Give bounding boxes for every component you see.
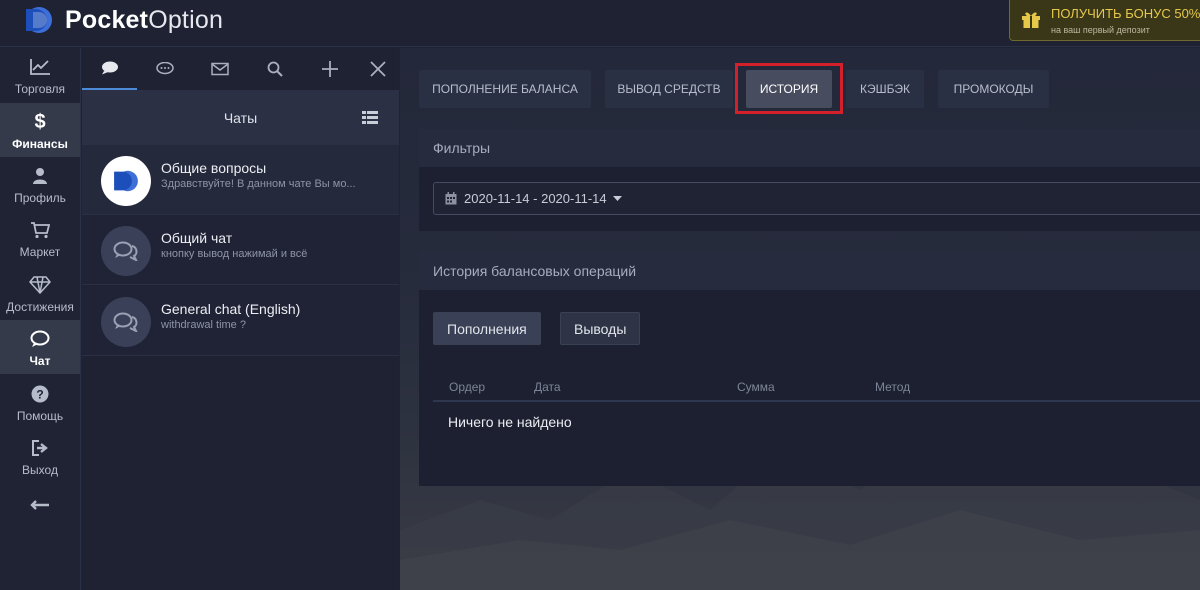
sidebar-item-finance[interactable]: $ Финансы [0, 103, 80, 157]
sidebar-item-chat[interactable]: Чат [0, 320, 80, 374]
sidebar-label: Торговля [14, 82, 66, 96]
avatar [101, 297, 151, 347]
sidebar-label: Финансы [12, 137, 68, 151]
column-method: Метод [875, 380, 911, 394]
column-order: Ордер [449, 380, 486, 394]
tab-messages[interactable] [192, 48, 247, 90]
sidebar-label: Достижения [6, 300, 74, 314]
diamond-icon [29, 274, 51, 296]
help-icon: ? [31, 383, 49, 405]
chat-last-message: withdrawal time ? [161, 319, 246, 331]
dollar-icon: $ [34, 110, 46, 133]
chat-name: Общий чат [161, 230, 233, 246]
filters-card: Фильтры 2020-11-14 - 2020-11-14 [419, 129, 1200, 231]
bonus-banner[interactable]: ПОЛУЧИТЬ БОНУС 50% на ваш первый депозит [1009, 0, 1200, 41]
chat-toolbar [82, 48, 399, 90]
column-amount: Сумма [737, 380, 775, 394]
caret-down-icon [612, 196, 622, 201]
chart-icon [29, 56, 51, 78]
chats-header: Чаты [82, 90, 399, 145]
tab-promocodes[interactable]: ПРОМОКОДЫ [938, 70, 1049, 108]
filters-title: Фильтры [419, 129, 1200, 167]
left-sidebar: Торговля $ Финансы Профиль Маркет Достиж… [0, 48, 81, 590]
arrow-left-icon [30, 494, 50, 516]
sidebar-label: Профиль [14, 191, 66, 205]
sidebar-label: Чат [29, 354, 51, 368]
close-chat-button[interactable] [350, 48, 405, 90]
list-icon[interactable] [362, 111, 378, 124]
logo[interactable]: PocketOption [19, 5, 223, 35]
sidebar-label: Маркет [19, 245, 61, 259]
sidebar-label: Помощь [16, 409, 64, 423]
finance-main: ПОПОЛНЕНИЕ БАЛАНСА ВЫВОД СРЕДСТВ ИСТОРИЯ… [400, 48, 1200, 590]
sidebar-item-help[interactable]: ? Помощь [0, 375, 80, 429]
comment-dots-icon [155, 62, 174, 75]
tab-chats[interactable] [82, 48, 137, 90]
bonus-title: ПОЛУЧИТЬ БОНУС 50% [1051, 6, 1200, 21]
chat-icon [30, 328, 50, 350]
logo-icon [114, 170, 138, 192]
calendar-icon [445, 192, 457, 205]
history-title: История балансовых операций [419, 252, 1200, 290]
empty-state-text: Ничего не найдено [448, 414, 572, 430]
chat-item-general-chat-english[interactable]: General chat (English) withdrawal time ? [82, 286, 399, 356]
sidebar-item-trading[interactable]: Торговля [0, 48, 80, 102]
sidebar-item-profile[interactable]: Профиль [0, 157, 80, 211]
top-header: PocketOption ПОЛУЧИТЬ БОНУС 50% на ваш п… [0, 0, 1200, 47]
history-card: История балансовых операций Пополнения В… [419, 252, 1200, 486]
avatar [101, 156, 151, 206]
chat-name: Общие вопросы [161, 160, 267, 176]
svg-text:?: ? [36, 388, 43, 402]
bonus-subtitle: на ваш первый депозит [1051, 25, 1150, 35]
avatar [101, 226, 151, 276]
chat-bubble-icon [101, 61, 118, 75]
date-range-select[interactable]: 2020-11-14 - 2020-11-14 [433, 182, 1200, 215]
sidebar-item-logout[interactable]: Выход [0, 429, 80, 483]
sidebar-item-market[interactable]: Маркет [0, 211, 80, 265]
chats-title: Чаты [223, 109, 258, 126]
comments-icon [113, 241, 138, 261]
comments-icon [113, 312, 138, 332]
gift-icon [1022, 12, 1040, 28]
tab-deposit[interactable]: ПОПОЛНЕНИЕ БАЛАНСА [419, 70, 591, 108]
tab-support[interactable] [137, 48, 192, 90]
chat-last-message: кнопку вывод нажимай и всё [161, 248, 308, 260]
user-icon [32, 165, 48, 187]
logo-text-light: Option [148, 5, 224, 34]
logout-icon [31, 437, 49, 459]
collapse-sidebar-button[interactable] [0, 488, 80, 518]
cart-icon [30, 219, 50, 241]
envelope-icon [210, 62, 229, 76]
sidebar-label: Выход [22, 463, 58, 477]
tab-withdraw[interactable]: ВЫВОД СРЕДСТВ [605, 70, 733, 108]
logo-text-bold: Pocket [65, 5, 149, 34]
withdrawals-filter-button[interactable]: Выводы [560, 312, 641, 345]
chat-item-general-chat[interactable]: Общий чат кнопку вывод нажимай и всё [82, 215, 399, 285]
column-date: Дата [534, 380, 561, 394]
chat-name: General chat (English) [161, 301, 301, 317]
plus-icon [321, 61, 338, 77]
deposits-filter-button[interactable]: Пополнения [433, 312, 541, 345]
tab-add[interactable] [302, 48, 357, 90]
tab-cashback[interactable]: КЭШБЭК [846, 70, 924, 108]
chat-panel: Чаты Общие вопросы Здравствуйте! В данно… [82, 48, 399, 590]
chat-item-general-questions[interactable]: Общие вопросы Здравствуйте! В данном чат… [82, 145, 399, 215]
chat-last-message: Здравствуйте! В данном чате Вы мо... [161, 178, 356, 190]
date-range-value: 2020-11-14 - 2020-11-14 [464, 191, 607, 206]
sidebar-item-achievements[interactable]: Достижения [0, 266, 80, 320]
logo-icon [26, 7, 52, 33]
search-icon [267, 61, 283, 77]
table-divider [433, 400, 1200, 402]
tab-search[interactable] [247, 48, 302, 90]
close-icon [369, 61, 386, 77]
history-tab-highlight [735, 63, 843, 114]
